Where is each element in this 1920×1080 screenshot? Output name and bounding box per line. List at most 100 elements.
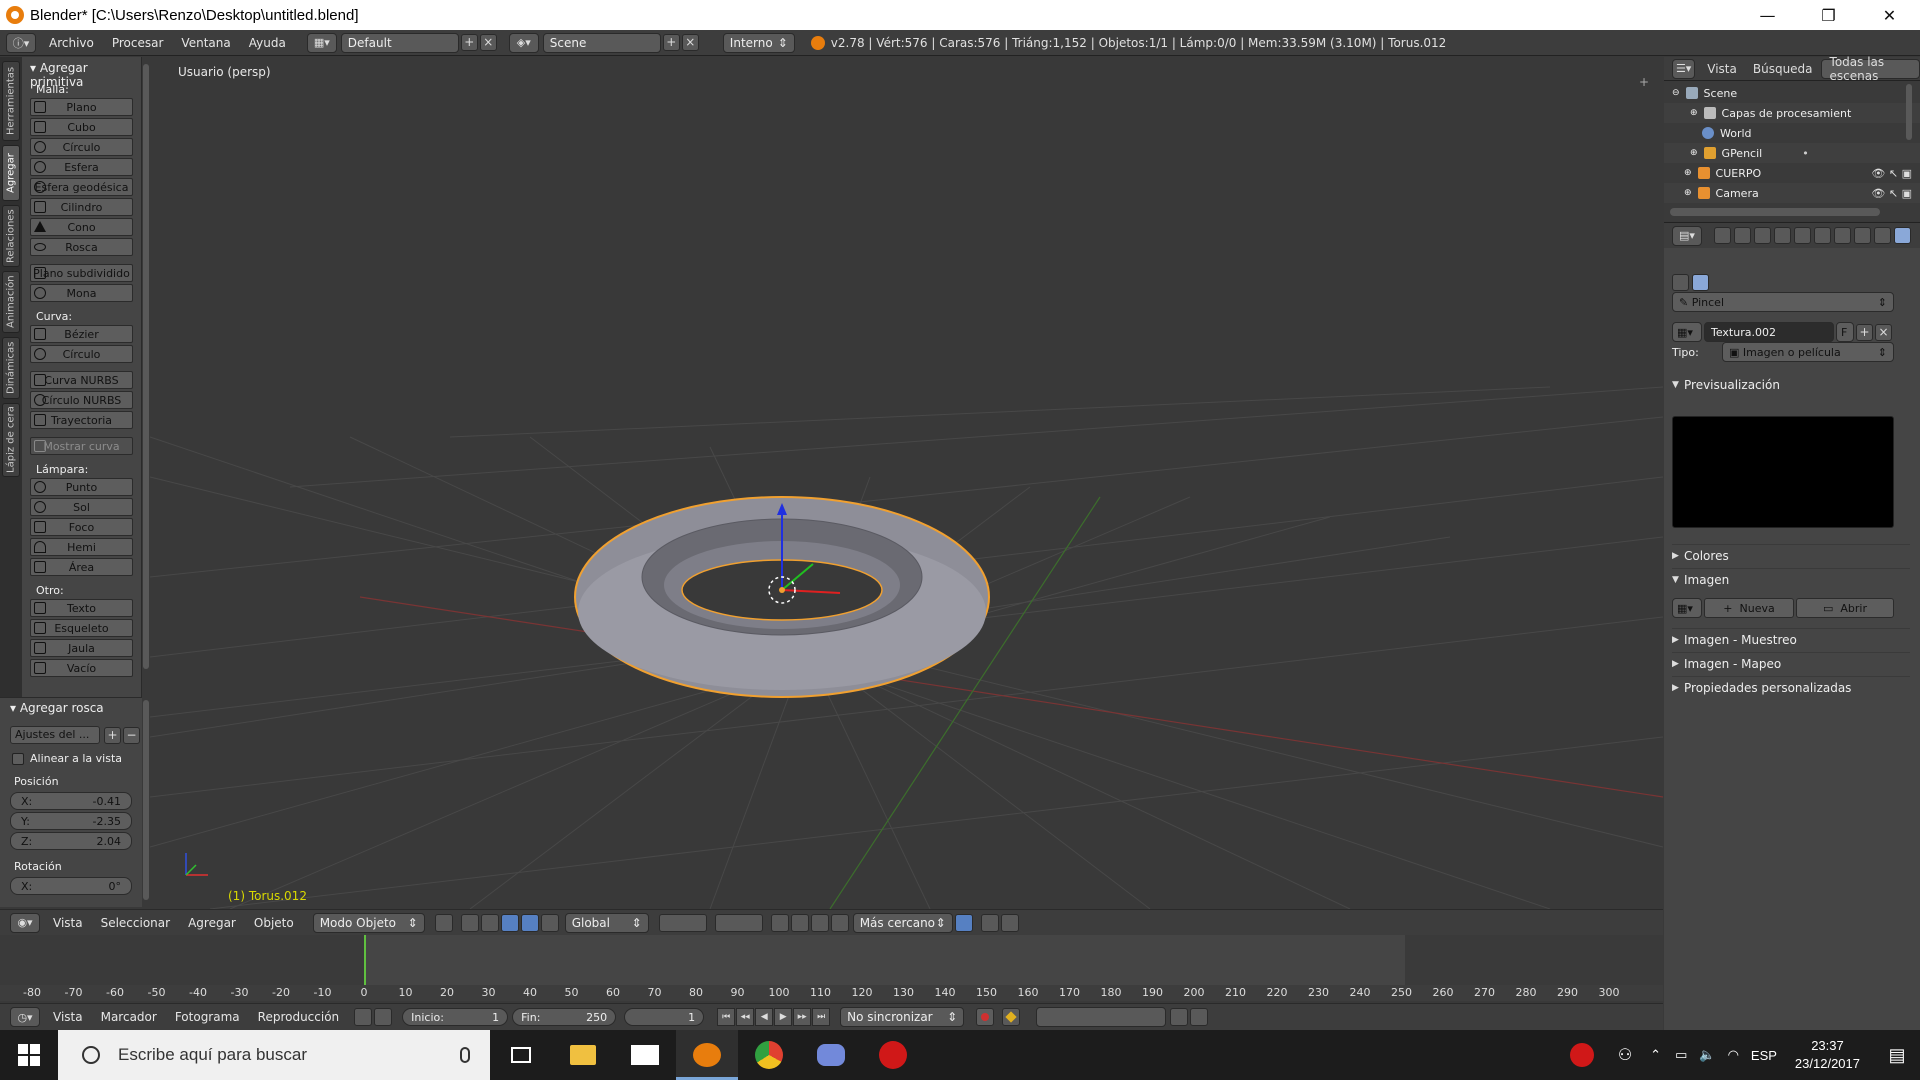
panel-preview[interactable]: ▼ Previsualización bbox=[1672, 374, 1910, 396]
scene-icon[interactable]: ◈▾ bbox=[508, 32, 539, 53]
active-keying-set-field[interactable] bbox=[1036, 1007, 1167, 1027]
jump-to-start-icon[interactable]: ⏮ bbox=[717, 1008, 736, 1026]
viewport-scene[interactable] bbox=[150, 57, 1663, 909]
panel-image[interactable]: ▼ Imagen bbox=[1672, 568, 1910, 590]
opengl-animation-icon[interactable] bbox=[1000, 913, 1019, 932]
add-hemi-lamp-button[interactable]: Hemi bbox=[30, 538, 133, 556]
menu-archivo[interactable]: Archivo bbox=[40, 36, 103, 50]
texture-tab-icon[interactable] bbox=[1894, 227, 1911, 244]
brush-select[interactable]: ✎ Pincel ⇕ bbox=[1672, 292, 1894, 312]
outliner-row-gpencil[interactable]: ⊕ GPencil • bbox=[1664, 143, 1920, 163]
panel-colors[interactable]: ▶ Colores bbox=[1672, 544, 1910, 566]
location-z-field[interactable]: Z: 2.04 bbox=[10, 832, 132, 850]
microphone-icon[interactable] bbox=[460, 1047, 470, 1063]
checkbox-box[interactable] bbox=[12, 752, 24, 765]
menu-agregar[interactable]: Agregar bbox=[179, 916, 245, 930]
add-circle-button[interactable]: Círculo bbox=[30, 138, 133, 156]
chrome-app[interactable] bbox=[738, 1030, 800, 1080]
render-layers-tab-icon[interactable] bbox=[1734, 227, 1751, 244]
brush-texture-context-icon[interactable] bbox=[1692, 273, 1709, 291]
file-explorer-app[interactable] bbox=[552, 1030, 614, 1080]
menu-reproduccion[interactable]: Reproducción bbox=[249, 1010, 349, 1024]
task-view-button[interactable] bbox=[490, 1030, 552, 1080]
network-icon[interactable]: ◠ bbox=[1728, 1047, 1739, 1063]
add-monkey-button[interactable]: Mona bbox=[30, 284, 133, 302]
open-image-button[interactable]: ▭ Abrir bbox=[1796, 598, 1894, 618]
new-texture-button[interactable]: + bbox=[1856, 323, 1873, 341]
menu-ayuda[interactable]: Ayuda bbox=[240, 36, 295, 50]
people-icon[interactable]: ⚇ bbox=[1618, 1045, 1632, 1065]
rotate-manipulator-icon[interactable] bbox=[520, 913, 539, 932]
timeline-ruler[interactable]: -80 -70 -60 -50 -40 -30 -20 -10 0 10 20 30 40 50 60 70 8… bbox=[0, 985, 1663, 1001]
outliner-row-render-layers[interactable]: ⊕ Capas de procesamient bbox=[1664, 103, 1920, 123]
minimize-button[interactable]: — bbox=[1737, 0, 1798, 30]
add-torus-button[interactable]: Rosca bbox=[30, 238, 133, 256]
menu-marcador[interactable]: Marcador bbox=[92, 1010, 166, 1024]
unlink-texture-button[interactable]: × bbox=[1875, 323, 1892, 341]
material-tab-icon[interactable] bbox=[1874, 227, 1891, 244]
operator-panel-header[interactable]: ▾ Agregar rosca bbox=[0, 698, 142, 718]
add-text-button[interactable]: Texto bbox=[30, 599, 133, 617]
tab-agregar[interactable]: Agregar bbox=[2, 145, 20, 201]
scale-manipulator-icon[interactable] bbox=[540, 913, 559, 932]
panel-image-sampling[interactable]: ▶ Imagen - Muestreo bbox=[1672, 628, 1910, 650]
record-keyframe-icon[interactable] bbox=[976, 1008, 995, 1026]
add-layout-button[interactable]: + bbox=[460, 34, 478, 51]
add-lattice-button[interactable]: Jaula bbox=[30, 639, 133, 657]
texture-name-field[interactable]: Textura.002 bbox=[1704, 322, 1834, 342]
lock-time-icon[interactable] bbox=[374, 1008, 393, 1026]
scene-field[interactable]: Scene bbox=[542, 32, 661, 53]
3d-viewport[interactable]: Usuario (persp) (1) Torus.012 + bbox=[150, 57, 1663, 909]
pivot-point-icon[interactable] bbox=[460, 913, 479, 932]
outliner-menu-vista[interactable]: Vista bbox=[1699, 62, 1745, 76]
scene-tab-icon[interactable] bbox=[1754, 227, 1771, 244]
snap-target-icon[interactable] bbox=[954, 913, 973, 932]
render-tab-icon[interactable] bbox=[1714, 227, 1731, 244]
tray-app-icon[interactable] bbox=[1569, 1043, 1594, 1067]
add-bezier-button[interactable]: Bézier bbox=[30, 325, 133, 343]
current-frame-field[interactable]: 1 bbox=[624, 1008, 705, 1026]
play-icon[interactable]: ▶ bbox=[774, 1008, 793, 1026]
add-ico-sphere-button[interactable]: Esfera geodésica bbox=[30, 178, 133, 196]
add-uv-sphere-button[interactable]: Esfera bbox=[30, 158, 133, 176]
red-app[interactable] bbox=[862, 1030, 924, 1080]
current-frame-cursor[interactable] bbox=[364, 935, 366, 987]
new-image-button[interactable]: + Nueva bbox=[1704, 598, 1794, 618]
menu-vista[interactable]: Vista bbox=[44, 916, 92, 930]
add-cone-button[interactable]: Cono bbox=[30, 218, 133, 236]
tab-animacion[interactable]: Animación bbox=[2, 271, 20, 333]
end-frame-field[interactable]: Fin: 250 bbox=[512, 1008, 617, 1026]
render-preview-icon[interactable] bbox=[790, 913, 809, 932]
outliner-editor-type-icon[interactable]: ☰▾ bbox=[1672, 58, 1696, 79]
add-point-lamp-button[interactable]: Punto bbox=[30, 478, 133, 496]
layer-buttons-group-b[interactable] bbox=[714, 913, 763, 932]
panel-agregar-primitiva[interactable]: ▾ Agregar primitiva bbox=[22, 57, 141, 89]
menu-fotograma[interactable]: Fotograma bbox=[166, 1010, 249, 1024]
panel-image-mapping[interactable]: ▶ Imagen - Mapeo bbox=[1672, 652, 1910, 674]
rotation-x-field[interactable]: X: 0° bbox=[10, 877, 132, 895]
texture-browse-icon[interactable]: ▦▾ bbox=[1672, 322, 1702, 342]
outliner-horizontal-scrollbar[interactable] bbox=[1670, 208, 1880, 216]
properties-editor-type-icon[interactable]: ▤▾ bbox=[1672, 225, 1702, 246]
start-button[interactable] bbox=[0, 1030, 58, 1080]
viewport-editor-type-icon[interactable]: ◉▾ bbox=[10, 912, 40, 933]
world-texture-context-icon[interactable] bbox=[1672, 273, 1689, 291]
opengl-render-icon[interactable] bbox=[980, 913, 999, 932]
add-plane-button[interactable]: Plano bbox=[30, 98, 133, 116]
location-x-field[interactable]: X: -0.41 bbox=[10, 792, 132, 810]
menu-timeline-vista[interactable]: Vista bbox=[44, 1010, 92, 1024]
interaction-mode-select[interactable]: Modo Objeto ⇕ bbox=[312, 912, 425, 933]
snap-element-select[interactable]: Más cercano ⇕ bbox=[852, 912, 953, 933]
translate-manipulator-icon[interactable] bbox=[500, 913, 519, 932]
add-armature-button[interactable]: Esqueleto bbox=[30, 619, 133, 637]
show-hidden-icons-icon[interactable]: ⌃ bbox=[1650, 1047, 1661, 1063]
remove-scene-button[interactable]: × bbox=[681, 34, 699, 51]
add-nurbs-curve-button[interactable]: Curva NURBS bbox=[30, 371, 133, 389]
add-sun-lamp-button[interactable]: Sol bbox=[30, 498, 133, 516]
blender-app[interactable] bbox=[676, 1030, 738, 1080]
modifiers-tab-icon[interactable] bbox=[1834, 227, 1851, 244]
constraints-tab-icon[interactable] bbox=[1814, 227, 1831, 244]
menu-seleccionar[interactable]: Seleccionar bbox=[92, 916, 179, 930]
outliner-row-world[interactable]: World bbox=[1664, 123, 1920, 143]
add-cylinder-button[interactable]: Cilindro bbox=[30, 198, 133, 216]
